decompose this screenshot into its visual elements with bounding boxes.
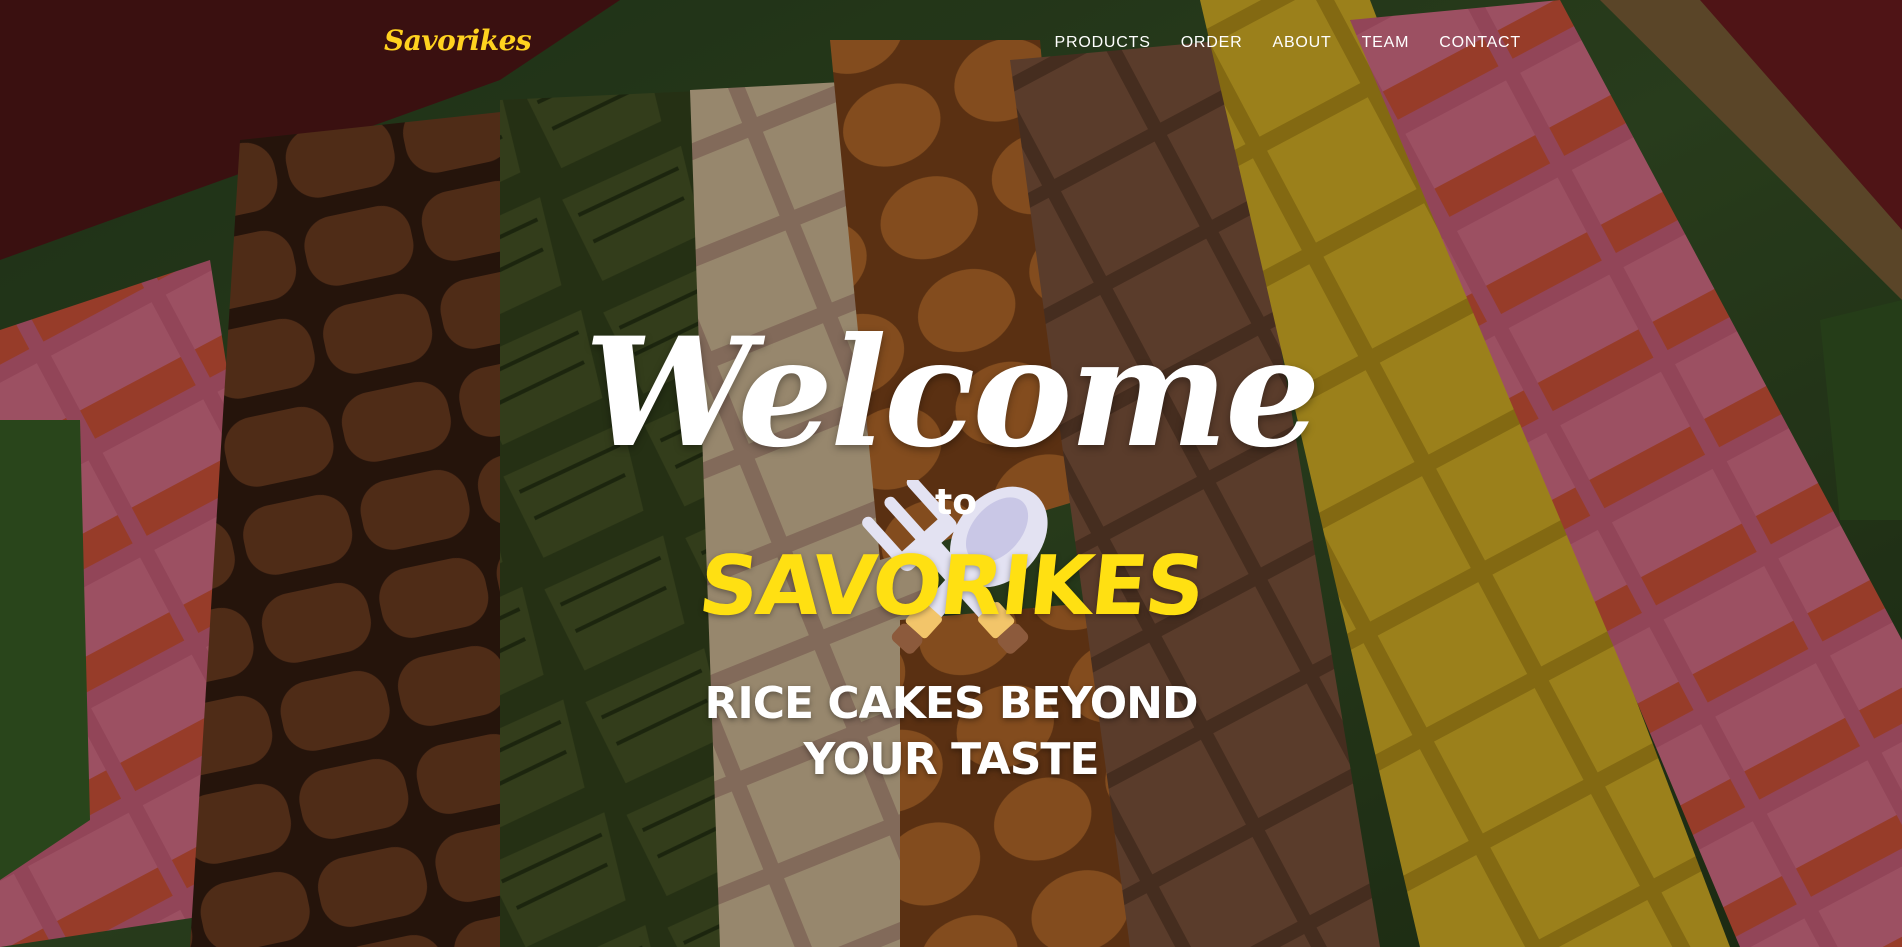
nav-item-contact: CONTACT — [1439, 34, 1521, 52]
nav-link-contact[interactable]: CONTACT — [1439, 34, 1521, 51]
nav-item-order: ORDER — [1181, 34, 1243, 52]
nav-item-about: ABOUT — [1272, 34, 1331, 52]
hero-section: Savorikes PRODUCTS ORDER ABOUT TEAM CONT… — [0, 0, 1902, 947]
hero-to-text: to — [935, 482, 977, 523]
nav-item-team: TEAM — [1362, 34, 1410, 52]
hero-tagline: RICE CAKES BEYOND YOUR TASTE — [0, 676, 1902, 788]
nav-link-about[interactable]: ABOUT — [1272, 34, 1331, 51]
nav-menu: PRODUCTS ORDER ABOUT TEAM CONTACT — [1055, 34, 1522, 52]
nav-link-order[interactable]: ORDER — [1181, 34, 1243, 51]
hero-welcome-heading: Welcome — [584, 305, 1320, 481]
nav-link-team[interactable]: TEAM — [1362, 34, 1410, 51]
nav-link-products[interactable]: PRODUCTS — [1055, 34, 1151, 51]
nav-item-products: PRODUCTS — [1055, 34, 1151, 52]
hero-brand-name: SAVORIKES — [694, 539, 1208, 634]
hero-tagline-line-1: RICE CAKES BEYOND — [704, 678, 1198, 729]
navbar: Savorikes PRODUCTS ORDER ABOUT TEAM CONT… — [0, 0, 1902, 88]
hero-tagline-line-2: YOUR TASTE — [803, 734, 1099, 785]
brand-logo-link[interactable]: Savorikes — [384, 24, 532, 57]
